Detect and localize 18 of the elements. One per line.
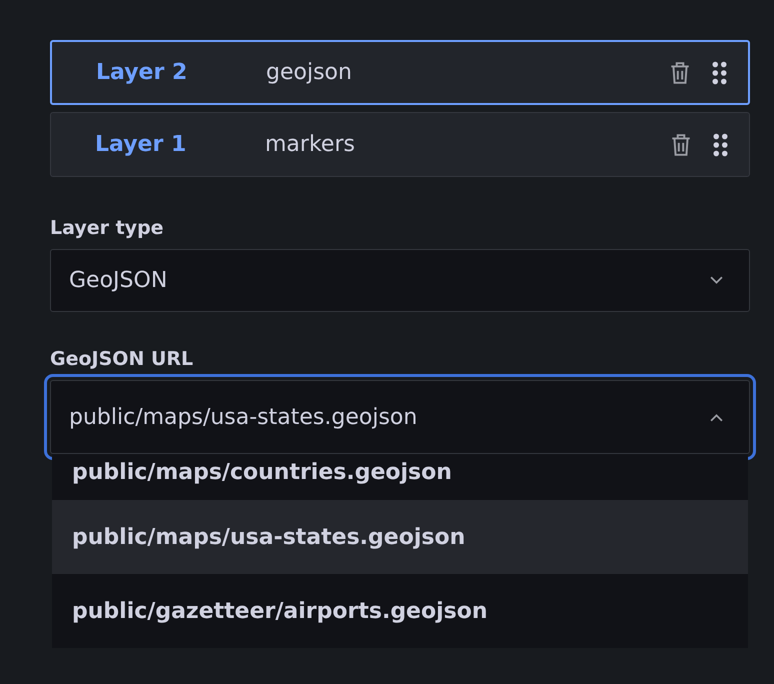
- field-label: Layer type: [50, 217, 165, 239]
- layer-name: Layer 1: [95, 132, 188, 157]
- layer-type: markers: [265, 132, 356, 157]
- dropdown-option[interactable]: public/maps/usa-states.geojson: [52, 500, 748, 574]
- trash-icon[interactable]: [670, 132, 692, 156]
- dropdown-option[interactable]: public/gazetteer/airports.geojson: [52, 574, 748, 648]
- drag-handle-icon[interactable]: [711, 60, 728, 86]
- layer-type-select[interactable]: GeoJSON: [50, 249, 750, 312]
- chevron-icon: [710, 412, 723, 422]
- layer-row[interactable]: Layer 1 markers: [50, 112, 750, 177]
- trash-icon[interactable]: [669, 60, 691, 84]
- field-label: GeoJSON URL: [50, 348, 194, 370]
- drag-handle-icon[interactable]: [712, 132, 729, 158]
- chevron-icon: [710, 276, 723, 285]
- layer-type: geojson: [266, 60, 353, 85]
- layer-name: Layer 2: [96, 60, 188, 85]
- layer-row[interactable]: Layer 2 geojson: [50, 40, 750, 105]
- dropdown-option[interactable]: public/maps/countries.geojson: [52, 454, 748, 500]
